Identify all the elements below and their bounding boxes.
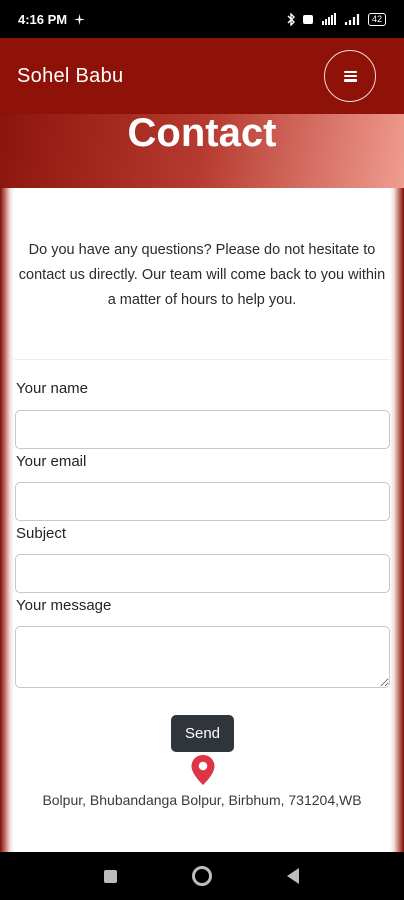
system-nav-bar <box>0 852 404 900</box>
page-title: Contact <box>127 111 277 155</box>
status-time: 4:16 PM <box>18 11 68 27</box>
subject-field[interactable] <box>15 554 390 593</box>
subject-label: Subject <box>16 525 67 542</box>
divider <box>14 359 390 360</box>
home-icon[interactable] <box>192 866 212 886</box>
name-field[interactable] <box>15 410 390 449</box>
brand-title[interactable]: Sohel Babu <box>17 65 123 88</box>
address-text: Bolpur, Bhubandanga Bolpur, Birbhum, 731… <box>42 792 362 808</box>
status-right: 42 <box>287 12 386 26</box>
name-label: Your name <box>16 380 88 397</box>
battery-icon: 42 <box>367 12 386 26</box>
menu-button[interactable] <box>324 50 376 102</box>
email-field[interactable] <box>15 482 390 521</box>
alarm-icon <box>302 15 313 24</box>
recents-icon[interactable] <box>104 870 117 883</box>
navbar: Sohel Babu <box>0 38 404 114</box>
message-field[interactable] <box>15 626 390 688</box>
status-bar: 4:16 PM 42 <box>0 0 404 38</box>
hamburger-icon <box>343 70 357 82</box>
back-icon[interactable] <box>287 868 299 884</box>
cell-signal-icon <box>344 14 360 25</box>
send-button[interactable]: Send <box>171 715 234 752</box>
contact-section: Do you have any questions? Please do not… <box>0 188 404 852</box>
intro-text: Do you have any questions? Please do not… <box>18 242 386 308</box>
hero-banner: Contact <box>0 111 404 188</box>
status-left: 4:16 PM <box>18 12 86 27</box>
wifi-signal-icon <box>321 13 336 25</box>
bluetooth-icon <box>287 12 295 26</box>
fan-icon <box>74 13 86 25</box>
location-pin-icon <box>191 755 215 785</box>
email-label: Your email <box>16 453 87 470</box>
message-label: Your message <box>16 597 112 614</box>
